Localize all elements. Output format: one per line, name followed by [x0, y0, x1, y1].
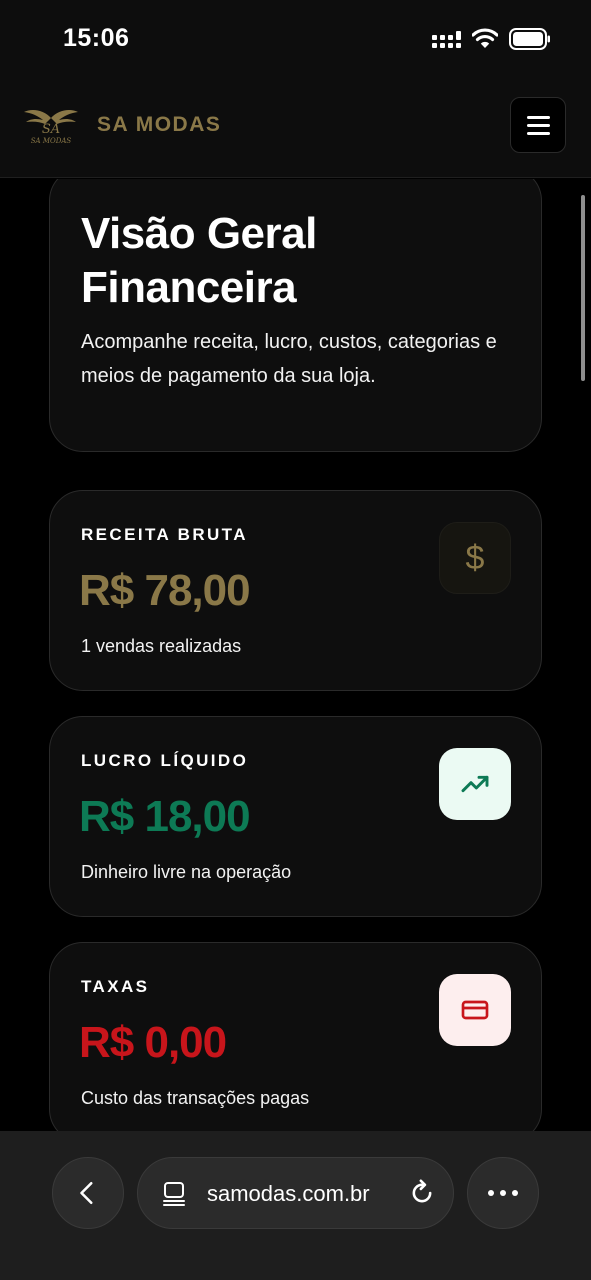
signal-icon — [432, 31, 461, 48]
main-content[interactable]: Visão Geral Financeira Acompanhe receita… — [0, 179, 591, 1131]
page-title-line2: Financeira — [81, 263, 297, 312]
hamburger-line — [526, 123, 550, 127]
url-text[interactable]: samodas.com.br — [207, 1181, 370, 1207]
status-bar: 15:06 — [0, 0, 591, 80]
wifi-icon — [472, 28, 498, 48]
more-button[interactable] — [467, 1157, 539, 1229]
site-header: SA SA MODAS SA MODAS — [0, 80, 591, 178]
menu-button[interactable] — [510, 97, 566, 153]
more-icon-dot — [488, 1190, 494, 1196]
stat-label: LUCRO LÍQUIDO — [81, 751, 249, 770]
trending-up-icon — [439, 748, 511, 820]
page-icon[interactable] — [160, 1180, 188, 1208]
address-bar[interactable]: samodas.com.br — [137, 1157, 454, 1229]
status-time: 15:06 — [63, 24, 130, 52]
brand-logo[interactable]: SA SA MODAS — [22, 106, 80, 146]
stat-label: RECEITA BRUTA — [81, 525, 248, 544]
page-title-line1: Visão Geral — [81, 209, 317, 258]
stat-card-lucro-liquido: LUCRO LÍQUIDO R$ 18,00 Dinheiro livre na… — [49, 716, 542, 917]
back-button[interactable] — [52, 1157, 124, 1229]
chevron-left-icon — [80, 1181, 93, 1205]
credit-card-icon — [439, 974, 511, 1046]
more-icon-dot — [512, 1190, 518, 1196]
dollar-icon: $ — [439, 522, 511, 594]
stat-value: R$ 78,00 — [79, 566, 251, 615]
brand-name[interactable]: SA MODAS — [97, 113, 221, 137]
battery-icon — [509, 28, 550, 50]
stat-value: R$ 0,00 — [79, 1018, 227, 1067]
stat-card-receita-bruta: RECEITA BRUTA R$ 78,00 1 vendas realizad… — [49, 490, 542, 691]
stat-caption: 1 vendas realizadas — [81, 636, 242, 656]
stat-card-taxas: TAXAS R$ 0,00 Custo das transações pagas — [49, 942, 542, 1131]
hamburger-line — [526, 115, 550, 119]
page-description: Acompanhe receita, lucro, custos, catego… — [81, 331, 497, 387]
dollar-glyph: $ — [465, 538, 485, 577]
overview-card: Visão Geral Financeira Acompanhe receita… — [49, 179, 542, 452]
scrollbar[interactable] — [581, 195, 585, 381]
page-title: Visão Geral Financeira — [81, 207, 317, 315]
more-icon-dot — [500, 1190, 506, 1196]
logo-text: SA MODAS — [31, 137, 72, 145]
browser-toolbar: samodas.com.br — [0, 1131, 591, 1280]
stat-value: R$ 18,00 — [79, 792, 251, 841]
stat-caption: Dinheiro livre na operação — [81, 862, 292, 882]
reload-icon[interactable] — [408, 1179, 436, 1207]
stat-label: TAXAS — [81, 977, 150, 996]
stat-caption: Custo das transações pagas — [81, 1088, 310, 1108]
hamburger-line — [526, 131, 550, 135]
svg-text:SA: SA — [42, 122, 60, 137]
